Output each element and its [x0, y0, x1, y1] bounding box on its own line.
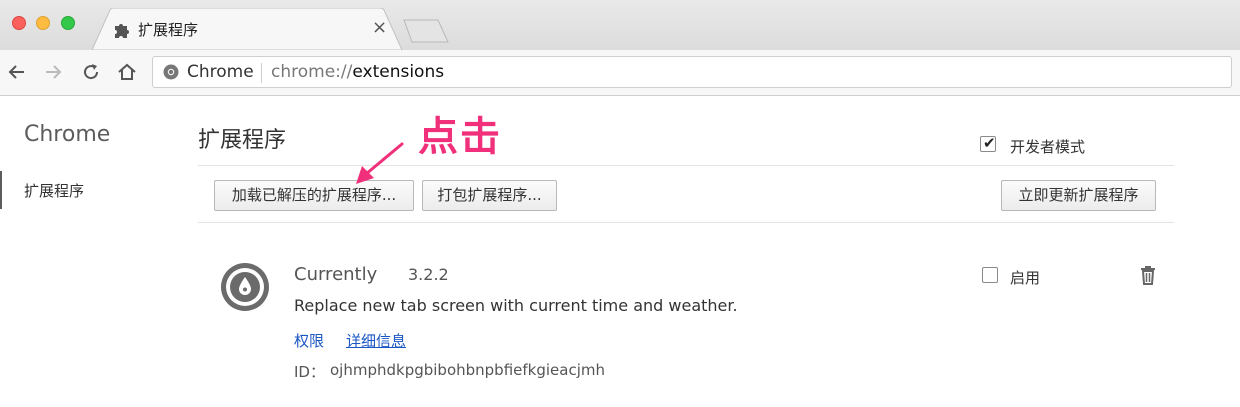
permissions-link[interactable]: 权限 — [294, 330, 324, 351]
site-label: Chrome — [187, 62, 254, 82]
extension-description: Replace new tab screen with current time… — [294, 296, 738, 315]
enable-checkbox[interactable] — [982, 267, 998, 283]
divider-bottom — [198, 222, 1174, 223]
extension-version: 3.2.2 — [408, 265, 449, 284]
extension-id: ojhmphdkpgbibohbnpbfiefkgieacjmh — [330, 361, 605, 379]
developer-mode-checkbox[interactable]: ✔ — [980, 134, 996, 152]
developer-mode-label: 开发者模式 — [1010, 138, 1086, 156]
sidebar-selected-marker — [0, 171, 2, 209]
sidebar-title: Chrome — [24, 122, 111, 147]
chrome-logo-icon — [163, 64, 179, 80]
pack-extension-button[interactable]: 打包扩展程序... — [422, 180, 557, 211]
annotation-arrow-icon — [356, 142, 404, 184]
title-bar: 扩展程序 × — [0, 0, 1240, 50]
url-text[interactable]: chrome://extensions — [271, 62, 444, 82]
address-bar[interactable]: Chrome chrome://extensions — [152, 56, 1232, 88]
extension-name: Currently — [294, 264, 378, 285]
browser-toolbar: Chrome chrome://extensions — [0, 50, 1240, 96]
close-tab-icon[interactable]: × — [372, 18, 387, 38]
close-window-button[interactable] — [12, 16, 26, 30]
enable-label: 启用 — [1010, 269, 1041, 287]
puzzle-piece-icon — [115, 24, 129, 38]
minimize-window-button[interactable] — [36, 16, 50, 30]
tab-title: 扩展程序 — [138, 21, 199, 39]
forward-arrow-icon[interactable] — [42, 61, 64, 83]
trash-icon[interactable] — [1138, 264, 1158, 286]
url-path: extensions — [352, 62, 445, 82]
back-arrow-icon[interactable] — [6, 61, 28, 83]
click-annotation-text: 点击 — [418, 114, 502, 160]
zoom-window-button[interactable] — [61, 16, 75, 30]
sidebar-item-extensions[interactable]: 扩展程序 — [24, 180, 84, 201]
currently-extension-icon — [221, 263, 269, 311]
tab-extensions[interactable]: 扩展程序 × — [92, 8, 402, 50]
omnibox-divider — [261, 63, 262, 83]
new-tab-button[interactable] — [398, 18, 450, 44]
update-extensions-button[interactable]: 立即更新扩展程序 — [1001, 180, 1156, 211]
details-link[interactable]: 详细信息 — [346, 330, 406, 351]
url-scheme: chrome:// — [271, 62, 353, 82]
checkmark-icon: ✔ — [983, 134, 996, 152]
extension-id-label: ID： — [294, 363, 325, 381]
page-title: 扩展程序 — [198, 128, 287, 153]
home-icon[interactable] — [116, 61, 138, 83]
reload-icon[interactable] — [80, 61, 102, 83]
